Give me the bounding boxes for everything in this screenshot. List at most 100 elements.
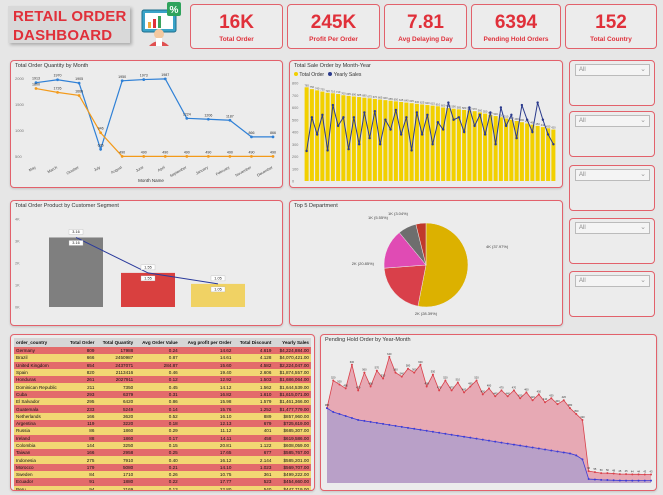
table-row[interactable]: Netherlands 166 3620 0.52 16.10 889 $857,960.0… bbox=[14, 412, 311, 420]
table-cell: 540 bbox=[233, 485, 274, 490]
slicer-3[interactable]: All ⌄ bbox=[569, 165, 655, 211]
table-row[interactable]: Germany 809 17988 0.24 14.62 4.619 $4,224,884.… bbox=[14, 347, 311, 355]
bar-label: 585 bbox=[457, 105, 462, 109]
data-point bbox=[99, 147, 103, 151]
data-label: 1987 bbox=[161, 73, 169, 77]
slicer-dropdown[interactable]: All ⌄ bbox=[575, 169, 650, 181]
data-point bbox=[650, 479, 652, 482]
table-row[interactable]: El Salvador 295 6420 0.86 15.98 1.579 $1,461,3… bbox=[14, 398, 311, 406]
table-row[interactable]: Taiwan 166 2958 0.25 17.65 677 $585,767.00 bbox=[14, 449, 311, 457]
data-label: 570 bbox=[375, 366, 380, 370]
data-point bbox=[643, 473, 646, 476]
slicer-4[interactable]: All ⌄ bbox=[569, 218, 655, 264]
y-tick-label: 800 bbox=[292, 82, 298, 86]
table-cell: 0.86 bbox=[135, 398, 180, 406]
bar-label: 680 bbox=[362, 94, 367, 98]
bar bbox=[351, 96, 356, 181]
slicer-1[interactable]: All ⌄ bbox=[569, 60, 655, 106]
column-header[interactable]: Total Order bbox=[64, 338, 97, 347]
segment-panel: Total Order Product by Customer Segment … bbox=[10, 200, 283, 326]
data-point bbox=[120, 154, 124, 158]
table-row[interactable]: Ireland 88 1860 0.17 14.11 458 $619,586.00 bbox=[14, 434, 311, 442]
qty-by-month-chart: 2000 1500 1000 500 1913 1970 1905 626 1950 1973 19… bbox=[15, 73, 276, 183]
data-label: 560 bbox=[362, 368, 367, 372]
table-cell: 10.75 bbox=[179, 471, 234, 479]
data-point bbox=[546, 133, 550, 136]
slicer-2[interactable]: All ⌄ bbox=[569, 111, 655, 157]
slicer-5[interactable]: All ⌄ bbox=[569, 271, 655, 317]
data-point bbox=[77, 94, 81, 97]
data-point bbox=[506, 442, 509, 445]
table-row[interactable]: Sweden 84 1710 0.26 10.75 361 $499,222.00 bbox=[14, 471, 311, 479]
data-label: 560 bbox=[393, 368, 398, 372]
bar bbox=[367, 98, 372, 181]
column-header[interactable]: Total Quantity bbox=[96, 338, 136, 347]
dashboard-title: RETAIL ORDER DASHBOARD bbox=[8, 6, 130, 44]
table-row[interactable]: Colombia 144 3250 0.15 20.81 1.122 $608,059.00 bbox=[14, 441, 311, 450]
slicer-dropdown[interactable]: All ⌄ bbox=[575, 64, 650, 76]
table-row[interactable]: Cuba 293 6379 0.31 16.82 1.610 $1,615,071.00 bbox=[14, 390, 311, 399]
table-row[interactable]: Indonesia 275 7910 0.40 16.12 2.144 $585,201.0… bbox=[14, 456, 311, 464]
slice-label: 4K (37.97%) bbox=[486, 244, 509, 249]
data-point bbox=[363, 419, 366, 422]
kpi-label: Avg Delaying Day bbox=[398, 36, 453, 43]
column-header[interactable]: Yearly Sales bbox=[273, 338, 311, 347]
data-point bbox=[499, 106, 503, 109]
data-label: 1950 bbox=[118, 75, 126, 79]
table-cell: Ireland bbox=[14, 434, 65, 442]
y-tick-label: 600 bbox=[292, 106, 298, 110]
data-point bbox=[625, 473, 628, 476]
table-row[interactable]: Guatemala 233 5249 0.14 15.76 1.252 $1,477,779… bbox=[14, 405, 311, 413]
table-cell: Morocco bbox=[14, 463, 65, 472]
table-row[interactable]: Dominican Republic 211 7350 0.45 14.12 1.562 $… bbox=[14, 383, 311, 391]
x-tick-label: September bbox=[169, 165, 188, 178]
data-point bbox=[425, 429, 428, 432]
table-row[interactable]: Ecuador 91 1880 0.22 17.77 523 $454,660.00 bbox=[14, 478, 311, 486]
table-cell: 284.87 bbox=[135, 361, 180, 369]
table-row[interactable]: Honduras 261 2027911 0.12 12.92 1.503 $1,686,0… bbox=[14, 376, 311, 384]
data-point bbox=[373, 109, 377, 113]
slicer-dropdown[interactable]: All ⌄ bbox=[575, 115, 650, 127]
table-row[interactable]: Spain 820 2113416 0.46 19.40 2.606 $1,874,557.… bbox=[14, 368, 311, 377]
bar-label: 690 bbox=[352, 92, 357, 96]
kpi-pending-hold-orders: 6394 Pending Hold Orders bbox=[471, 4, 561, 49]
table-row[interactable]: Brazil 666 2450987 0.87 14.61 4.128 $4,070,421… bbox=[14, 354, 311, 362]
slicer-dropdown[interactable]: All ⌄ bbox=[575, 275, 650, 287]
data-label: 440 bbox=[493, 391, 498, 395]
column-header[interactable]: Total Discount bbox=[233, 338, 274, 347]
table-cell: $685,307.00 bbox=[273, 427, 311, 435]
data-label: 45 bbox=[618, 469, 621, 473]
table-cell: 14.10 bbox=[179, 463, 234, 472]
table-cell: $1,686,064.00 bbox=[273, 376, 311, 384]
data-point bbox=[344, 387, 347, 390]
data-point bbox=[475, 379, 478, 382]
data-point bbox=[394, 108, 398, 112]
table-cell: 20.81 bbox=[179, 441, 234, 450]
column-header[interactable]: Avg Order Value bbox=[135, 338, 180, 347]
bar-label: 740 bbox=[315, 86, 320, 90]
data-point bbox=[382, 422, 385, 425]
table-header-row: order_country Total Order Total Quantity Av… bbox=[14, 338, 311, 347]
bar-label: 700 bbox=[341, 91, 346, 95]
table-row[interactable]: Russia 86 1860 0.29 11.12 401 $685,307.00 bbox=[14, 427, 311, 435]
bar bbox=[525, 123, 530, 181]
table-cell: 1.023 bbox=[233, 463, 274, 472]
table-row[interactable]: Peru 94 2169 0.13 22.80 540 $447,719.00 bbox=[14, 485, 311, 490]
data-point bbox=[544, 448, 547, 451]
bar-label: 695 bbox=[346, 92, 351, 96]
table-cell: 14.12 bbox=[179, 383, 234, 391]
table-row[interactable]: Morocco 179 5080 0.21 14.10 1.023 $569,707.00 bbox=[14, 463, 311, 472]
data-point bbox=[369, 420, 372, 423]
data-label: 640 bbox=[387, 352, 392, 356]
y-tick-label: 1500 bbox=[15, 102, 25, 107]
table-cell: 14.61 bbox=[179, 354, 234, 362]
table-row[interactable]: United Kingdom 654 2437071 284.87 15.60 4.582… bbox=[14, 361, 311, 369]
slicer-dropdown[interactable]: All ⌄ bbox=[575, 222, 650, 234]
table-cell: 5249 bbox=[96, 405, 136, 413]
column-header[interactable]: order_country bbox=[14, 338, 65, 347]
table-row[interactable]: Argentina 119 3220 0.18 12.13 679 $725,619.00 bbox=[14, 419, 311, 428]
data-point bbox=[450, 433, 453, 436]
data-point bbox=[473, 124, 476, 128]
column-header[interactable]: Avg profit per Order bbox=[179, 338, 234, 347]
data-point bbox=[531, 446, 534, 449]
